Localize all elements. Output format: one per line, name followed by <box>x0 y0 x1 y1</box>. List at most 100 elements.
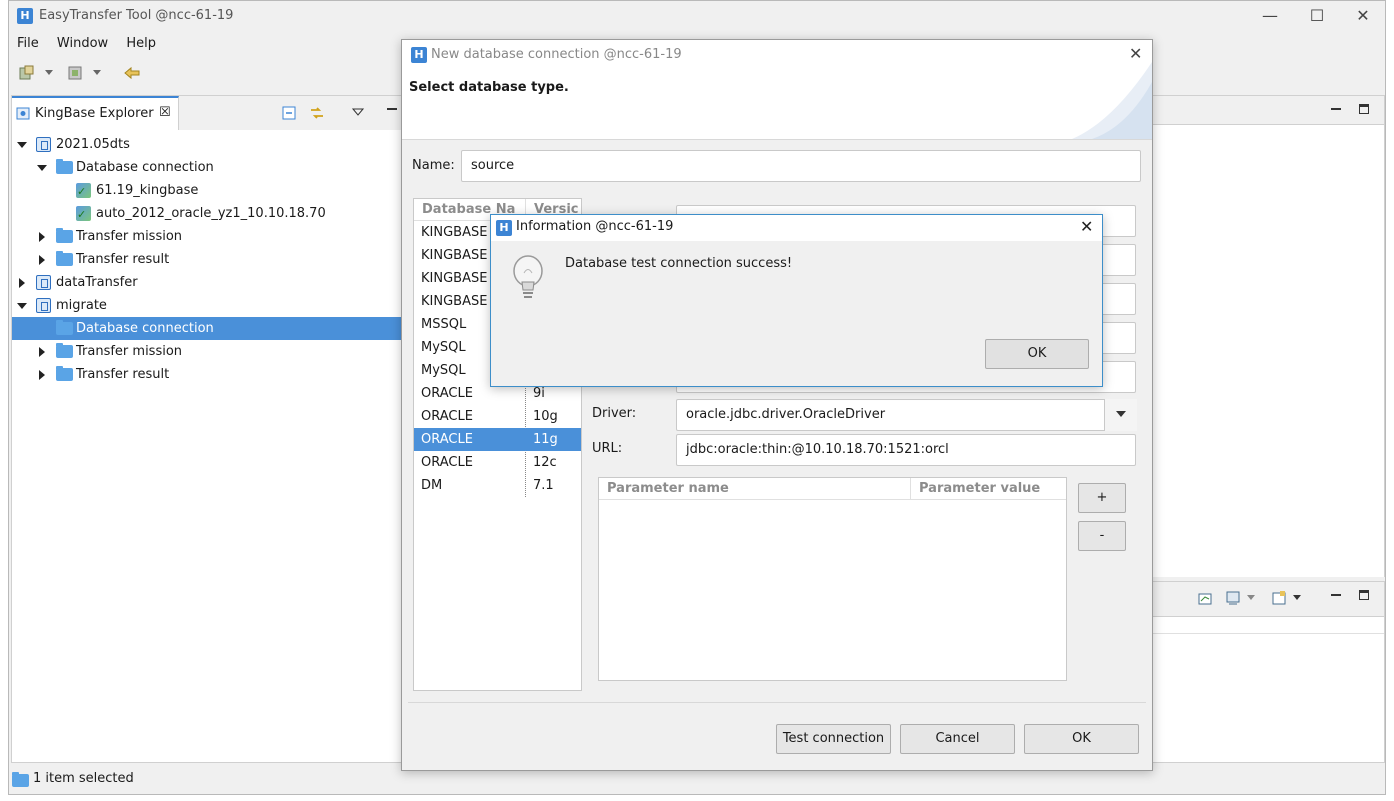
chevron-down-icon[interactable] <box>93 69 103 77</box>
folder-icon <box>12 772 29 787</box>
minimize-icon[interactable]: — <box>1247 6 1293 25</box>
url-input[interactable]: jdbc:oracle:thin:@10.10.18.70:1521:orcl <box>676 434 1136 466</box>
tree-item-project[interactable]: 2021.05dts <box>12 133 405 156</box>
database-icon <box>76 203 91 226</box>
menu-file[interactable]: File <box>17 36 39 51</box>
collapse-arrow-icon[interactable] <box>39 232 45 242</box>
collapse-arrow-icon[interactable] <box>39 370 45 380</box>
tree-label: 61.19_kingbase <box>96 183 199 198</box>
database-icon <box>76 180 91 203</box>
tree-item-connection[interactable]: 61.19_kingbase <box>12 179 405 203</box>
tree-item-connection[interactable]: auto_2012_oracle_yz1_10.10.18.70 <box>12 202 405 226</box>
tree-label: 2021.05dts <box>56 137 130 152</box>
back-icon[interactable] <box>123 65 141 81</box>
tree-item-project[interactable]: migrate <box>12 294 405 317</box>
maximize-view-icon[interactable] <box>1359 104 1369 114</box>
name-input[interactable]: source <box>461 150 1141 182</box>
tree-label: dataTransfer <box>56 275 138 290</box>
new-mission-icon[interactable] <box>67 65 83 81</box>
collapse-arrow-icon[interactable] <box>39 255 45 265</box>
folder-icon <box>56 366 73 381</box>
expand-arrow-icon[interactable] <box>17 142 27 148</box>
list-item[interactable]: ORACLE 10g <box>414 405 581 428</box>
tree-item-transfer-result[interactable]: Transfer result <box>12 363 405 386</box>
project-icon <box>36 137 51 152</box>
column-parameter-name[interactable]: Parameter name <box>607 481 729 496</box>
console-area <box>1153 617 1385 763</box>
view-menu-icon[interactable] <box>352 108 364 116</box>
minimize-view-icon[interactable] <box>387 108 397 110</box>
list-item-selected[interactable]: ORACLE 11g <box>414 428 581 451</box>
close-icon[interactable]: ✕ <box>1080 217 1093 236</box>
app-logo-icon: H <box>411 47 427 63</box>
console-action-icon[interactable] <box>1197 590 1213 606</box>
driver-dropdown-button[interactable] <box>1104 399 1137 431</box>
tree-label: migrate <box>56 298 107 313</box>
expand-arrow-icon[interactable] <box>37 165 47 171</box>
menu-window[interactable]: Window <box>57 36 108 51</box>
info-message: Database test connection success! <box>565 256 793 271</box>
dialog-heading: Select database type. <box>409 80 569 95</box>
folder-icon <box>56 228 73 243</box>
close-icon[interactable]: ✕ <box>1129 44 1142 63</box>
link-editor-icon[interactable] <box>309 105 325 121</box>
header-divider <box>402 139 1152 140</box>
tree-item-database-connection[interactable]: Database connection <box>12 156 405 179</box>
maximize-view-icon[interactable] <box>1359 590 1369 600</box>
parameter-table-header: Parameter name Parameter value <box>599 478 1066 500</box>
expand-arrow-icon[interactable] <box>17 303 27 309</box>
info-ok-button[interactable]: OK <box>985 339 1089 369</box>
menu-help[interactable]: Help <box>126 36 156 51</box>
chevron-down-icon[interactable] <box>45 69 55 77</box>
new-connection-icon[interactable] <box>19 65 35 81</box>
tab-kingbase-explorer[interactable]: KingBase Explorer ☒ <box>12 96 179 130</box>
name-label: Name: <box>412 158 455 173</box>
collapse-all-icon[interactable] <box>282 106 296 120</box>
cancel-button[interactable]: Cancel <box>900 724 1015 754</box>
driver-select[interactable]: oracle.jdbc.driver.OracleDriver <box>676 399 1137 431</box>
add-parameter-button[interactable]: + <box>1078 483 1126 513</box>
close-icon[interactable]: ✕ <box>1340 6 1386 25</box>
tree-item-database-connection[interactable]: Database connection <box>12 317 405 340</box>
list-item[interactable]: DM 7.1 <box>414 474 581 497</box>
tree-label: Database connection <box>76 160 214 175</box>
menu-bar: File Window Help <box>17 36 170 51</box>
collapse-arrow-icon[interactable] <box>39 347 45 357</box>
tree-label: Transfer result <box>76 367 170 382</box>
explorer-tree: 2021.05dts Database connection 61.19_kin… <box>12 133 410 763</box>
info-title-bar: H Information @ncc-61-19 ✕ <box>491 215 1102 241</box>
info-title: Information @ncc-61-19 <box>516 219 674 234</box>
lightbulb-icon <box>513 255 543 298</box>
tree-item-transfer-result[interactable]: Transfer result <box>12 248 405 271</box>
parameter-table: Parameter name Parameter value <box>598 477 1067 681</box>
title-bar: H EasyTransfer Tool @ncc-61-19 — ☐ ✕ <box>9 1 1385 32</box>
tree-label: Database connection <box>76 321 214 336</box>
information-dialog: H Information @ncc-61-19 ✕ Database test… <box>490 214 1103 387</box>
tree-item-transfer-mission[interactable]: Transfer mission <box>12 225 405 248</box>
banner-graphic-icon <box>1072 62 1152 139</box>
collapse-arrow-icon[interactable] <box>19 278 25 288</box>
console-header <box>1153 581 1385 617</box>
dialog-header: H New database connection @ncc-61-19 ✕ S… <box>402 40 1152 139</box>
open-console-icon[interactable] <box>1271 590 1287 606</box>
close-tab-icon[interactable]: ☒ <box>159 105 171 120</box>
test-connection-button[interactable]: Test connection <box>776 724 891 754</box>
app-logo-icon: H <box>17 8 33 24</box>
minimize-view-icon[interactable] <box>1331 108 1341 110</box>
ok-button[interactable]: OK <box>1024 724 1139 754</box>
footer-divider <box>408 702 1146 703</box>
maximize-icon[interactable]: ☐ <box>1294 6 1340 25</box>
chevron-down-icon[interactable] <box>1293 594 1303 602</box>
explorer-panel: KingBase Explorer ☒ 2021.05dts Database … <box>11 95 411 763</box>
minimize-view-icon[interactable] <box>1331 594 1341 596</box>
tree-item-transfer-mission[interactable]: Transfer mission <box>12 340 405 363</box>
tree-item-project[interactable]: dataTransfer <box>12 271 405 294</box>
window-title: EasyTransfer Tool @ncc-61-19 <box>39 8 234 23</box>
remove-parameter-button[interactable]: - <box>1078 521 1126 551</box>
chevron-down-icon[interactable] <box>1247 594 1257 602</box>
folder-icon <box>56 251 73 266</box>
column-parameter-value[interactable]: Parameter value <box>919 481 1040 496</box>
list-item[interactable]: ORACLE 12c <box>414 451 581 474</box>
display-console-icon[interactable] <box>1225 590 1241 606</box>
column-divider <box>910 478 911 500</box>
